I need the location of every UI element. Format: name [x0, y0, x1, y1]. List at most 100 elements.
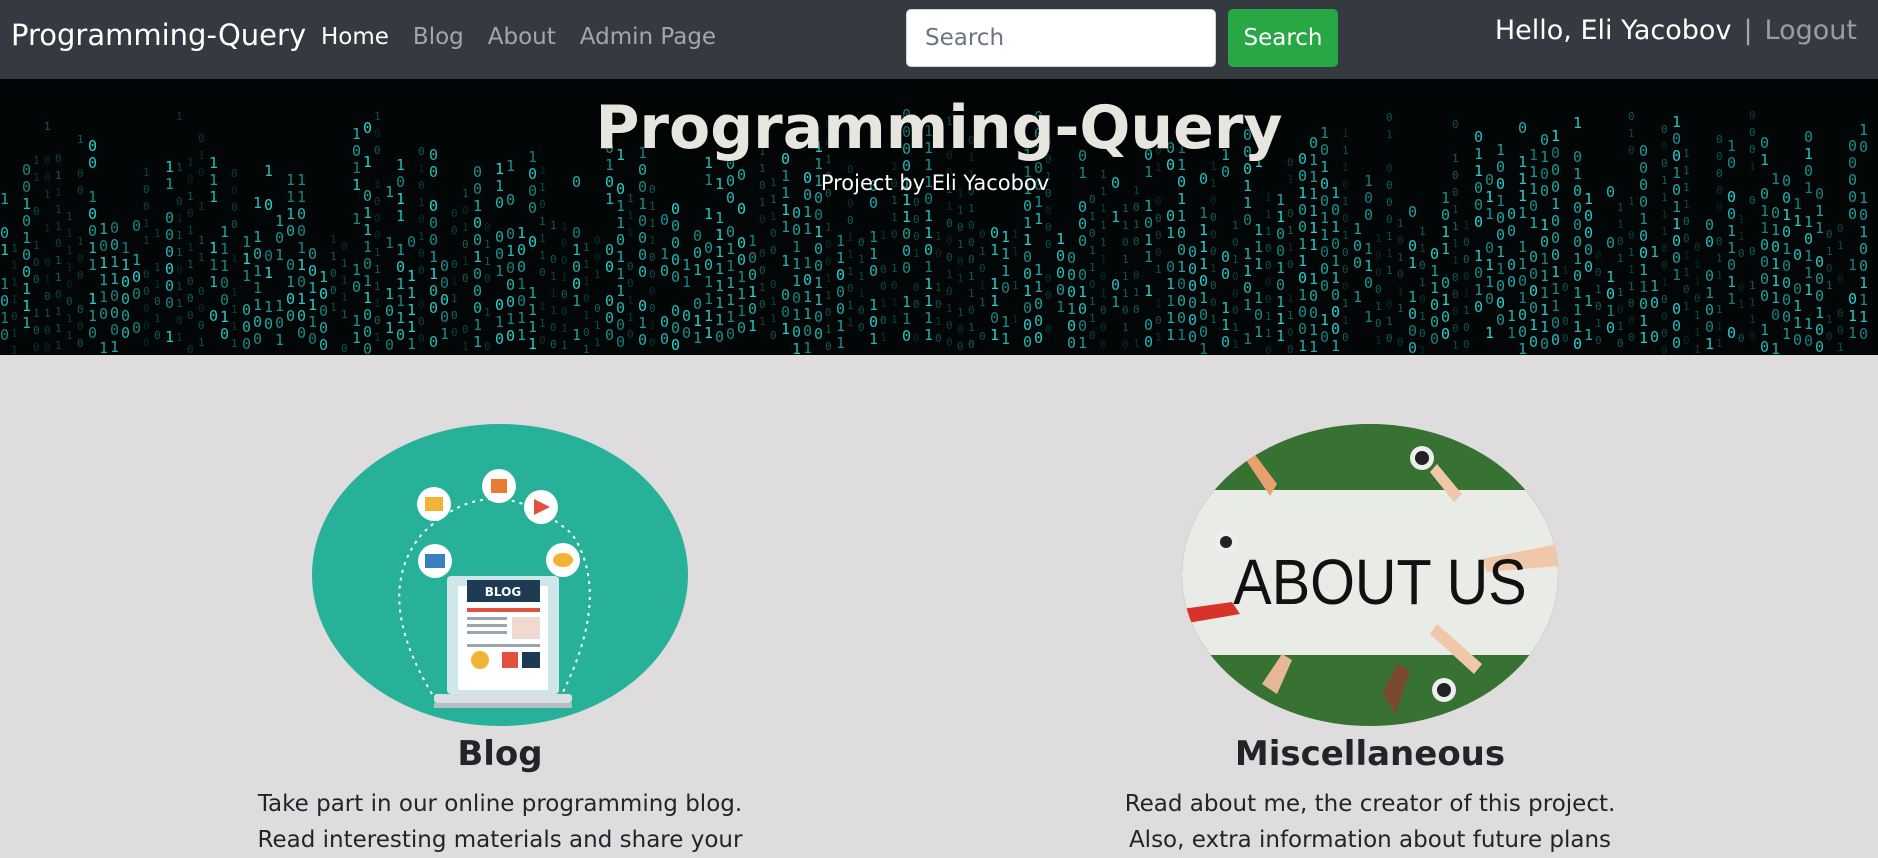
- svg-text:0: 0: [374, 229, 381, 242]
- svg-text:0: 0: [649, 302, 656, 315]
- svg-text:1: 1: [1540, 250, 1549, 268]
- svg-text:0: 0: [1837, 324, 1844, 337]
- svg-text:0: 0: [880, 314, 887, 327]
- svg-text:0: 0: [913, 213, 920, 226]
- nav-link-admin-page[interactable]: Admin Page: [580, 24, 716, 50]
- svg-text:0: 0: [1716, 201, 1723, 214]
- svg-text:0: 0: [1540, 233, 1549, 251]
- svg-text:1: 1: [55, 254, 62, 267]
- svg-text:1: 1: [55, 339, 62, 352]
- svg-text:0: 0: [473, 299, 482, 317]
- svg-text:0: 0: [1815, 338, 1824, 355]
- svg-text:1: 1: [792, 238, 801, 256]
- svg-text:1: 1: [352, 329, 361, 347]
- svg-text:0: 0: [748, 266, 757, 284]
- svg-text:1: 1: [1012, 279, 1019, 292]
- svg-text:0: 0: [1353, 254, 1362, 272]
- svg-text:0: 0: [1188, 328, 1197, 346]
- svg-text:1: 1: [836, 232, 845, 250]
- brand-link[interactable]: Programming-Query: [11, 18, 306, 52]
- svg-text:1: 1: [1540, 284, 1549, 302]
- svg-text:1: 1: [1716, 337, 1723, 350]
- svg-text:1: 1: [1804, 281, 1813, 299]
- svg-text:1: 1: [220, 240, 229, 258]
- svg-text:0: 0: [1144, 333, 1153, 351]
- svg-text:0: 0: [528, 233, 537, 251]
- svg-text:1: 1: [1012, 228, 1019, 241]
- svg-text:0: 0: [44, 256, 51, 269]
- svg-text:0: 0: [1045, 272, 1052, 285]
- svg-text:1: 1: [484, 238, 491, 251]
- svg-text:1: 1: [1540, 301, 1549, 319]
- svg-text:1: 1: [1210, 313, 1217, 326]
- svg-text:0: 0: [1441, 274, 1450, 292]
- svg-text:0: 0: [737, 200, 746, 218]
- svg-text:1: 1: [924, 275, 933, 293]
- svg-text:1: 1: [1848, 256, 1857, 274]
- nav-link-blog[interactable]: Blog: [413, 24, 464, 50]
- svg-text:1: 1: [990, 292, 999, 310]
- miscellaneous-card-text: Read about me, the creator of this proje…: [1090, 786, 1650, 858]
- svg-text:1: 1: [418, 196, 425, 209]
- svg-text:1: 1: [1144, 248, 1153, 266]
- svg-text:0: 0: [1584, 258, 1593, 276]
- svg-text:0: 0: [1023, 299, 1032, 317]
- blog-laptop-illustration-icon[interactable]: BLOG: [312, 424, 688, 726]
- miscellaneous-card-title: Miscellaneous: [1234, 734, 1506, 774]
- svg-text:1: 1: [1111, 208, 1120, 226]
- svg-text:1: 1: [11, 242, 18, 255]
- svg-text:0: 0: [231, 218, 238, 231]
- svg-text:1: 1: [1100, 236, 1107, 249]
- svg-text:1: 1: [737, 268, 746, 286]
- svg-text:0: 0: [1683, 232, 1690, 245]
- svg-text:0: 0: [979, 262, 986, 275]
- svg-text:1: 1: [55, 322, 62, 335]
- nav-link-home[interactable]: Home: [321, 24, 389, 50]
- svg-text:0: 0: [264, 315, 273, 333]
- svg-text:0: 0: [1089, 278, 1096, 291]
- svg-text:0: 0: [880, 263, 887, 276]
- svg-text:0: 0: [1551, 331, 1560, 349]
- svg-text:1: 1: [1364, 308, 1373, 326]
- search-button[interactable]: Search: [1228, 9, 1338, 67]
- svg-text:1: 1: [1122, 287, 1129, 300]
- svg-text:0: 0: [1210, 228, 1217, 241]
- svg-text:0: 0: [1331, 201, 1340, 219]
- svg-text:0: 0: [1078, 317, 1087, 335]
- svg-text:0: 0: [1507, 222, 1516, 240]
- svg-text:1: 1: [176, 246, 183, 259]
- svg-text:1: 1: [1452, 254, 1459, 267]
- logout-link[interactable]: Logout: [1765, 15, 1857, 46]
- svg-text:1: 1: [1375, 232, 1382, 245]
- svg-text:1: 1: [1485, 324, 1494, 342]
- svg-text:0: 0: [1265, 293, 1272, 306]
- about-us-banner-photo-icon[interactable]: ABOUT US: [1182, 424, 1558, 726]
- svg-text:1: 1: [176, 212, 183, 225]
- svg-text:1: 1: [1276, 310, 1285, 328]
- svg-text:1: 1: [308, 313, 317, 331]
- svg-text:1: 1: [616, 214, 625, 232]
- svg-text:0: 0: [1331, 235, 1340, 253]
- nav-link-about[interactable]: About: [488, 24, 556, 50]
- svg-text:0: 0: [1804, 332, 1813, 350]
- svg-text:1: 1: [1100, 202, 1107, 215]
- svg-text:0: 0: [1089, 329, 1096, 342]
- svg-text:0: 0: [616, 333, 625, 351]
- svg-text:1: 1: [473, 333, 482, 351]
- svg-text:1: 1: [1826, 313, 1833, 326]
- svg-text:1: 1: [1694, 275, 1701, 288]
- svg-text:0: 0: [572, 275, 581, 293]
- svg-text:1: 1: [451, 275, 458, 288]
- user-greeting: Hello, Eli Yacobov: [1494, 15, 1732, 46]
- svg-text:0: 0: [902, 242, 911, 260]
- svg-text:1: 1: [759, 196, 766, 209]
- svg-text:1: 1: [1276, 293, 1285, 311]
- svg-text:0: 0: [847, 214, 854, 227]
- search-input[interactable]: [906, 9, 1216, 67]
- svg-text:0: 0: [495, 330, 504, 348]
- svg-text:0: 0: [1034, 329, 1043, 347]
- svg-text:1: 1: [1430, 279, 1439, 297]
- svg-text:1: 1: [1100, 253, 1107, 266]
- svg-text:0: 0: [1452, 305, 1459, 318]
- svg-text:1: 1: [869, 245, 878, 263]
